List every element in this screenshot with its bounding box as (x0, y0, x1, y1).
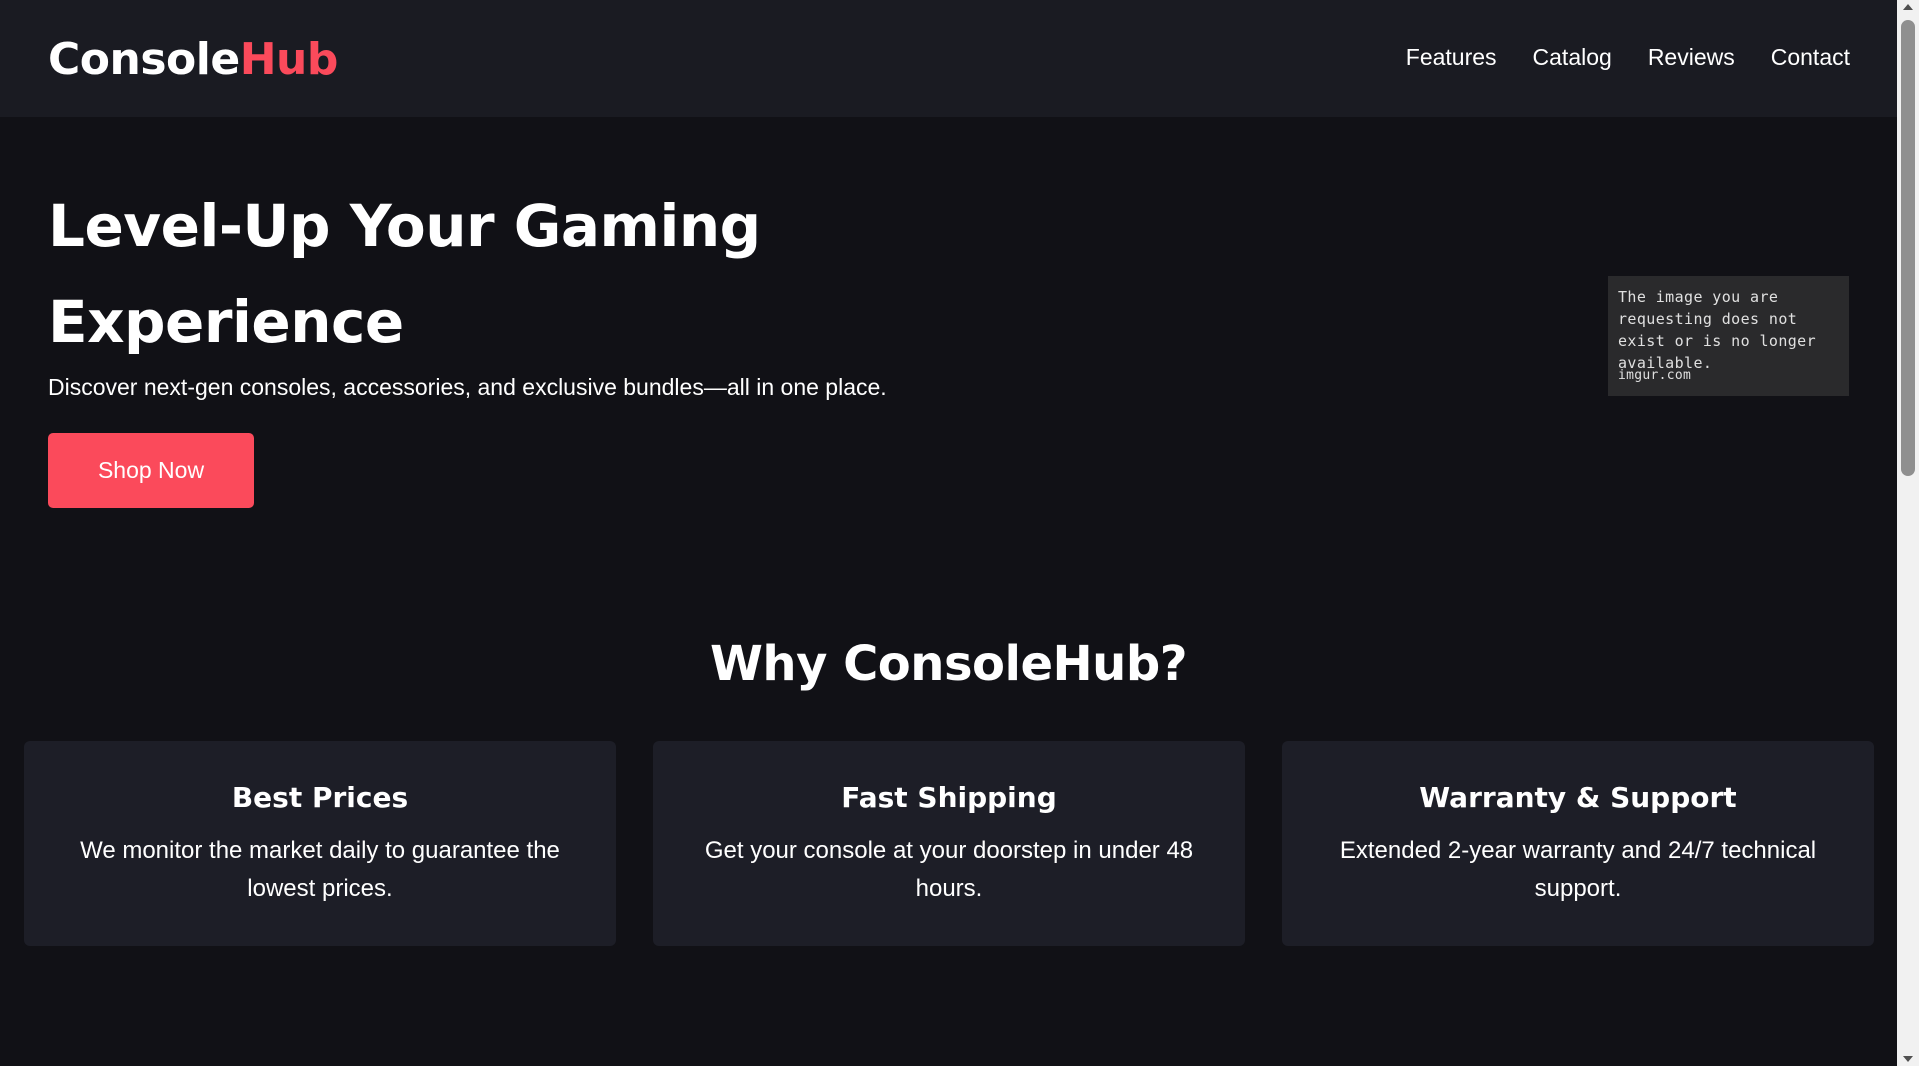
feature-card-warranty-support: Warranty & Support Extended 2-year warra… (1282, 741, 1874, 946)
viewport: ConsoleHub Features Catalog Reviews Cont… (0, 0, 1897, 1066)
feature-card-fast-shipping: Fast Shipping Get your console at your d… (653, 741, 1245, 946)
scroll-up-arrow-icon[interactable] (1903, 4, 1913, 10)
nav-link-reviews[interactable]: Reviews (1648, 44, 1735, 71)
feature-card-text: We monitor the market daily to guarantee… (80, 837, 560, 902)
main-nav: Features Catalog Reviews Contact (1406, 44, 1850, 71)
feature-card-title: Warranty & Support (1419, 781, 1737, 814)
logo[interactable]: ConsoleHub (48, 34, 338, 85)
scroll-down-arrow-icon[interactable] (1903, 1056, 1913, 1062)
features-heading: Why ConsoleHub? (709, 636, 1188, 692)
feature-card-best-prices: Best Prices We monitor the market daily … (24, 741, 616, 946)
vertical-scrollbar[interactable] (1897, 0, 1919, 1066)
feature-card-text: Get your console at your doorstep in und… (704, 837, 1194, 902)
nav-link-catalog[interactable]: Catalog (1533, 44, 1612, 71)
nav-link-features[interactable]: Features (1406, 44, 1497, 71)
hero-subtitle: Discover next-gen consoles, accessories,… (48, 374, 887, 400)
page: ConsoleHub Features Catalog Reviews Cont… (0, 0, 1919, 1066)
feature-cards: Best Prices We monitor the market daily … (24, 741, 1874, 946)
feature-card-title: Best Prices (231, 781, 409, 814)
image-missing-message: The image you are requesting does not ex… (1618, 288, 1817, 372)
site-header: ConsoleHub Features Catalog Reviews Cont… (0, 0, 1897, 117)
feature-card-text: Extended 2-year warranty and 24/7 techni… (1339, 837, 1817, 902)
logo-accent-text: Hub (239, 34, 339, 85)
hero-title: Level-Up Your Gaming Experience (48, 178, 808, 370)
image-source-label: imgur.com (1618, 368, 1692, 383)
shop-now-button[interactable]: Shop Now (48, 433, 254, 508)
nav-link-contact[interactable]: Contact (1771, 44, 1850, 71)
hero-image-placeholder: The image you are requesting does not ex… (1608, 276, 1849, 396)
logo-main-text: Console (48, 34, 240, 85)
feature-card-title: Fast Shipping (841, 781, 1057, 814)
hero-title-line2: Experience (48, 288, 404, 356)
hero-title-line1: Level-Up Your Gaming (48, 192, 761, 260)
scrollbar-thumb[interactable] (1901, 20, 1915, 476)
